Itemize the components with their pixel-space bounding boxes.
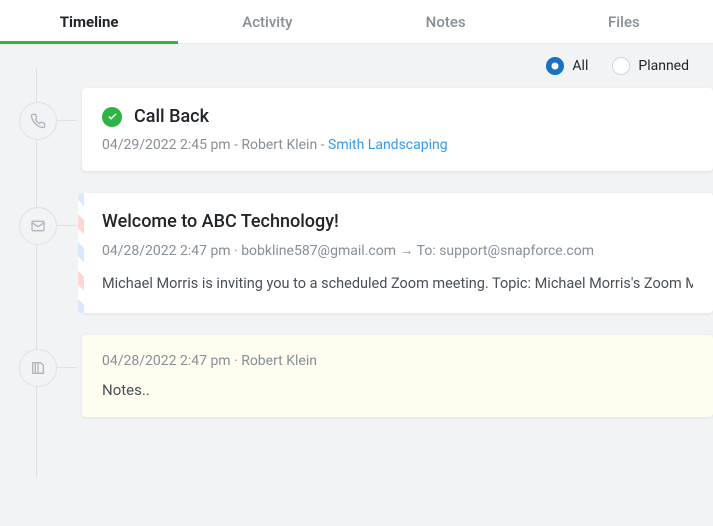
tab-timeline[interactable]: Timeline (0, 0, 178, 43)
tab-label: Notes (426, 13, 466, 31)
phone-icon (19, 102, 57, 140)
card-title-row: Call Back (102, 106, 693, 127)
meta-time: 04/29/2022 2:45 pm (102, 137, 231, 153)
filter-all-label: All (572, 58, 588, 74)
meta-sep: · (231, 353, 242, 369)
tab-label: Activity (242, 13, 292, 31)
meta-from: bobkline587@gmail.com (241, 243, 396, 259)
tab-label: Timeline (60, 13, 119, 31)
card-meta: 04/28/2022 2:47 pm · bobkline587@gmail.c… (102, 242, 693, 259)
radio-dot-icon (612, 57, 630, 75)
tab-activity[interactable]: Activity (178, 0, 356, 43)
card-meta: 04/28/2022 2:47 pm · Robert Klein (102, 353, 693, 369)
mail-icon (19, 207, 57, 245)
meta-sep: - (317, 137, 328, 153)
meta-arrow: → (396, 243, 417, 259)
connector (57, 120, 77, 121)
card-title: Call Back (134, 106, 209, 127)
meta-sep: · (231, 243, 242, 259)
timeline: Call Back 04/29/2022 2:45 pm - Robert Kl… (0, 88, 713, 417)
connector (57, 367, 77, 368)
filter-planned-label: Planned (638, 58, 689, 74)
tab-notes[interactable]: Notes (357, 0, 535, 43)
meta-to: support@snapforce.com (439, 243, 594, 259)
tab-label: Files (608, 13, 640, 31)
timeline-entry-call: Call Back 04/29/2022 2:45 pm - Robert Kl… (82, 88, 713, 171)
meta-time: 04/28/2022 2:47 pm (102, 243, 231, 259)
call-card[interactable]: Call Back 04/29/2022 2:45 pm - Robert Kl… (82, 88, 713, 171)
meta-account-link[interactable]: Smith Landscaping (328, 137, 448, 153)
timeline-entry-email: Welcome to ABC Technology! 04/28/2022 2:… (82, 193, 713, 313)
card-meta: 04/29/2022 2:45 pm - Robert Klein - Smit… (102, 137, 693, 153)
meta-time: 04/28/2022 2:47 pm (102, 353, 231, 369)
radio-dot-icon (546, 57, 564, 75)
timeline-entry-note: 04/28/2022 2:47 pm · Robert Klein Notes.… (82, 335, 713, 417)
note-body: Notes.. (102, 381, 693, 399)
tab-files[interactable]: Files (535, 0, 713, 43)
connector (57, 225, 77, 226)
meta-user: Robert Klein (241, 353, 317, 369)
note-card[interactable]: 04/28/2022 2:47 pm · Robert Klein Notes.… (82, 335, 713, 417)
note-icon (19, 349, 57, 387)
email-body: Michael Morris is inviting you to a sche… (102, 273, 693, 295)
filter-planned-radio[interactable]: Planned (612, 57, 689, 75)
card-title-row: Welcome to ABC Technology! (102, 211, 693, 232)
filter-row: All Planned (0, 44, 713, 88)
tab-bar: Timeline Activity Notes Files (0, 0, 713, 44)
meta-to-label: To: (417, 243, 440, 259)
filter-all-radio[interactable]: All (546, 57, 588, 75)
meta-user: Robert Klein (241, 137, 317, 153)
card-title: Welcome to ABC Technology! (102, 211, 339, 232)
status-done-icon (102, 107, 122, 127)
email-card[interactable]: Welcome to ABC Technology! 04/28/2022 2:… (82, 193, 713, 313)
meta-sep: - (231, 137, 242, 153)
